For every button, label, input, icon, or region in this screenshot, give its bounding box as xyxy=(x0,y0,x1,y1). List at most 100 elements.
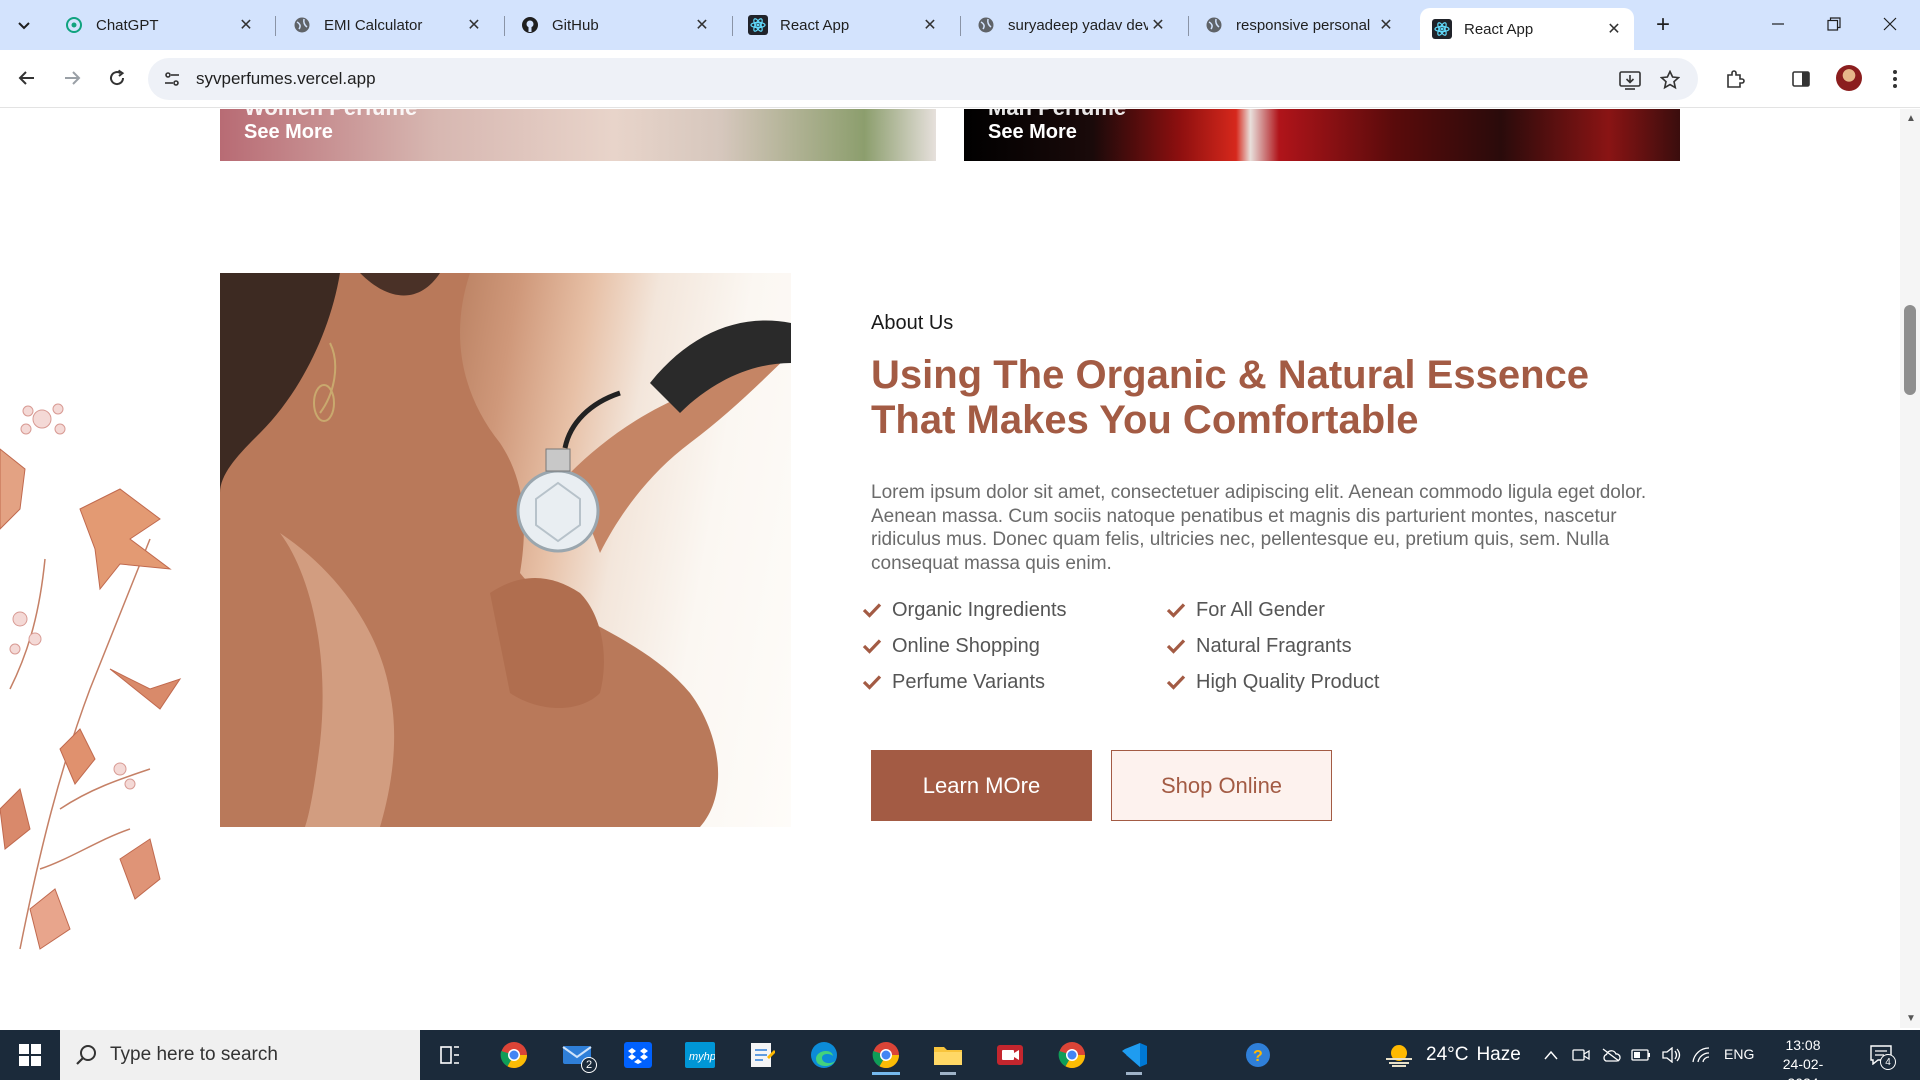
search-icon xyxy=(76,1045,96,1065)
about-kicker: About Us xyxy=(871,312,954,334)
tab-search-button[interactable] xyxy=(8,10,40,40)
battery-icon[interactable] xyxy=(1630,1044,1652,1066)
feature-label: Organic Ingredients xyxy=(892,598,1067,621)
tab-react-app-active[interactable]: React App ✕ xyxy=(1420,8,1634,50)
close-icon[interactable]: ✕ xyxy=(1604,19,1624,39)
arrow-right-icon xyxy=(65,71,81,85)
new-tab-button[interactable]: + xyxy=(1650,11,1676,38)
folder-icon xyxy=(934,1047,962,1065)
floral-decoration xyxy=(0,403,182,950)
tab-github[interactable]: GitHub ✕ xyxy=(508,8,722,42)
chrome-icon xyxy=(872,1042,900,1069)
taskbar-help-app[interactable]: ? xyxy=(1236,1035,1280,1075)
feature-item: Perfume Variants xyxy=(862,667,1045,697)
bookmark-star-icon[interactable] xyxy=(1658,68,1682,92)
shop-online-button[interactable]: Shop Online xyxy=(1111,750,1332,821)
feature-label: Perfume Variants xyxy=(892,670,1046,693)
see-more-link[interactable]: See More xyxy=(244,121,333,144)
video-recorder-icon xyxy=(997,1045,1023,1065)
check-icon xyxy=(1166,672,1186,692)
scroll-down-icon[interactable]: ▼ xyxy=(1906,1013,1916,1024)
system-clock[interactable]: 13:08 24-02-2024 xyxy=(1768,1036,1838,1080)
check-icon xyxy=(862,636,882,656)
tab-suryadeep-yadav[interactable]: suryadeep yadav dev ✕ xyxy=(964,8,1178,42)
taskbar-file-explorer-app[interactable] xyxy=(926,1035,970,1075)
feature-label: For All Gender xyxy=(1196,598,1325,621)
svg-text:?: ? xyxy=(1253,1048,1263,1065)
taskbar-edge-app[interactable] xyxy=(802,1035,846,1075)
close-window-button[interactable] xyxy=(1862,0,1918,48)
profile-avatar[interactable] xyxy=(1836,65,1862,91)
notification-center-button[interactable]: 4 xyxy=(1866,1040,1896,1070)
browser-toolbar: syvperfumes.vercel.app xyxy=(0,50,1920,108)
wifi-icon[interactable] xyxy=(1690,1044,1712,1066)
taskbar-mail-app[interactable]: 2 xyxy=(555,1035,599,1075)
see-more-link[interactable]: See More xyxy=(988,121,1077,144)
address-bar[interactable]: syvperfumes.vercel.app xyxy=(148,58,1698,100)
taskbar-chrome-profile-app[interactable] xyxy=(1050,1035,1094,1075)
arrow-left-icon xyxy=(18,71,34,85)
scroll-up-icon[interactable]: ▲ xyxy=(1906,113,1916,124)
close-icon[interactable]: ✕ xyxy=(1376,15,1396,35)
close-icon[interactable]: ✕ xyxy=(236,15,256,35)
browser-menu-button[interactable] xyxy=(1880,64,1910,94)
chevron-down-icon xyxy=(18,22,30,30)
chrome-icon xyxy=(1058,1042,1086,1069)
minimize-button[interactable] xyxy=(1750,0,1806,48)
start-button[interactable] xyxy=(0,1030,60,1080)
weather-widget[interactable]: 24°C Haze xyxy=(1384,1030,1521,1080)
globe-icon xyxy=(292,15,312,35)
task-view-button[interactable] xyxy=(428,1035,472,1075)
taskbar-notes-app[interactable] xyxy=(740,1035,784,1075)
close-icon[interactable]: ✕ xyxy=(1148,15,1168,35)
vscode-icon xyxy=(1122,1043,1147,1067)
install-app-icon[interactable] xyxy=(1618,68,1642,92)
site-settings-icon[interactable] xyxy=(162,69,182,89)
women-perfume-banner[interactable]: Women Perfume See More xyxy=(220,109,936,161)
search-placeholder: Type here to search xyxy=(110,1044,278,1065)
banner-title: Man Perfume xyxy=(988,109,1126,121)
back-button[interactable] xyxy=(10,61,44,95)
meet-now-icon[interactable] xyxy=(1570,1044,1592,1066)
taskbar-search[interactable]: Type here to search xyxy=(60,1030,420,1080)
tab-divider xyxy=(504,16,505,36)
tab-responsive-personal[interactable]: responsive personal ✕ xyxy=(1192,8,1406,42)
tab-react-app[interactable]: React App ✕ xyxy=(736,8,950,42)
url-text[interactable]: syvperfumes.vercel.app xyxy=(196,69,376,89)
dropbox-icon xyxy=(624,1042,652,1068)
haze-weather-icon xyxy=(1386,1045,1412,1067)
side-panel-button[interactable] xyxy=(1786,64,1816,94)
page-scrollbar[interactable]: ▲ ▼ xyxy=(1900,109,1920,1028)
check-icon xyxy=(1166,636,1186,656)
close-icon[interactable]: ✕ xyxy=(464,15,484,35)
scrollbar-thumb[interactable] xyxy=(1904,305,1916,395)
feature-item: Natural Fragrants xyxy=(1166,631,1352,661)
close-icon[interactable]: ✕ xyxy=(692,15,712,35)
man-perfume-banner[interactable]: Man Perfume See More xyxy=(964,109,1680,161)
taskbar-chrome-app-active[interactable] xyxy=(864,1035,908,1075)
taskbar-dropbox-app[interactable] xyxy=(616,1035,660,1075)
chevron-up-icon[interactable] xyxy=(1540,1044,1562,1066)
weather-temp: 24°C xyxy=(1426,1044,1469,1065)
tab-chatgpt[interactable]: ChatGPT ✕ xyxy=(52,8,266,42)
forward-button[interactable] xyxy=(55,61,89,95)
close-icon[interactable]: ✕ xyxy=(920,15,940,35)
tab-divider xyxy=(732,16,733,36)
about-description: Lorem ipsum dolor sit amet, consectetuer… xyxy=(871,482,1647,574)
notification-count: 4 xyxy=(1880,1054,1896,1070)
browser-tabstrip: ChatGPT ✕ EMI Calculator ✕ GitHub ✕ Reac… xyxy=(0,0,1920,50)
learn-more-button[interactable]: Learn MOre xyxy=(871,750,1092,821)
tab-emi-calculator[interactable]: EMI Calculator ✕ xyxy=(280,8,494,42)
language-indicator[interactable]: ENG xyxy=(1724,1046,1754,1062)
taskbar-vscode-app[interactable] xyxy=(1112,1035,1156,1075)
volume-icon[interactable] xyxy=(1660,1044,1682,1066)
taskbar-myhp-app[interactable]: myhp xyxy=(678,1035,722,1075)
taskbar-chrome-app[interactable] xyxy=(492,1035,536,1075)
feature-item: Organic Ingredients xyxy=(862,595,1067,625)
reload-button[interactable] xyxy=(100,61,134,95)
taskbar-recorder-app[interactable] xyxy=(988,1035,1032,1075)
check-icon xyxy=(862,600,882,620)
cloud-sync-icon[interactable] xyxy=(1600,1044,1622,1066)
restore-button[interactable] xyxy=(1806,0,1862,48)
extensions-button[interactable] xyxy=(1720,64,1750,94)
